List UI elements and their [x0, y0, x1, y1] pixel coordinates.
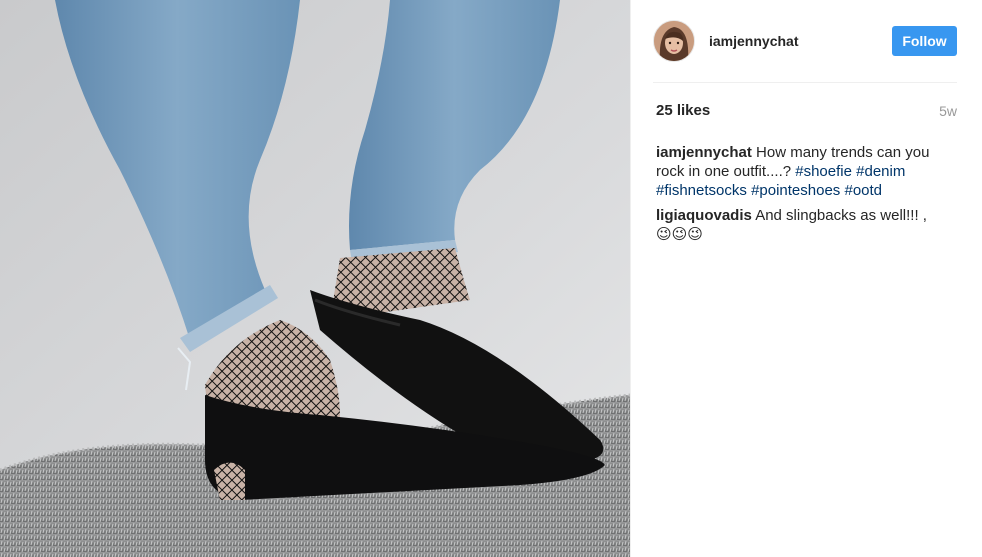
- hashtag-link[interactable]: #ootd: [844, 182, 882, 199]
- comment-list: iamjennychat How many trends can you roc…: [656, 143, 952, 250]
- winking-face-icon: 😉😉😉: [656, 226, 703, 243]
- comment-caption: iamjennychat How many trends can you roc…: [656, 143, 952, 200]
- header-username[interactable]: iamjennychat: [709, 33, 892, 49]
- post-side-panel: iamjennychat Follow 25 likes 5w iamjenny…: [631, 0, 982, 557]
- hashtag-link[interactable]: #fishnetsocks: [656, 182, 747, 199]
- comment-item: ligiaquovadis And slingbacks as well!!! …: [656, 206, 952, 244]
- avatar[interactable]: [653, 20, 695, 62]
- comment-author[interactable]: ligiaquovadis: [656, 207, 752, 224]
- follow-button[interactable]: Follow: [892, 26, 957, 56]
- hashtag-link[interactable]: #shoefie: [795, 163, 852, 180]
- hashtag-link[interactable]: #pointeshoes: [751, 182, 840, 199]
- profile-photo-icon: [654, 21, 694, 61]
- photo-illustration: [0, 0, 630, 557]
- instagram-post: iamjennychat Follow 25 likes 5w iamjenny…: [0, 0, 982, 557]
- post-header: iamjennychat Follow: [653, 0, 957, 83]
- hashtag-link[interactable]: #denim: [856, 163, 905, 180]
- comment-text: And slingbacks as well!!! ,: [755, 207, 927, 224]
- likes-count[interactable]: 25 likes: [656, 102, 710, 119]
- post-meta: 25 likes 5w: [656, 102, 957, 119]
- comment-author[interactable]: iamjennychat: [656, 144, 752, 161]
- post-photo[interactable]: [0, 0, 631, 557]
- post-age[interactable]: 5w: [939, 103, 957, 119]
